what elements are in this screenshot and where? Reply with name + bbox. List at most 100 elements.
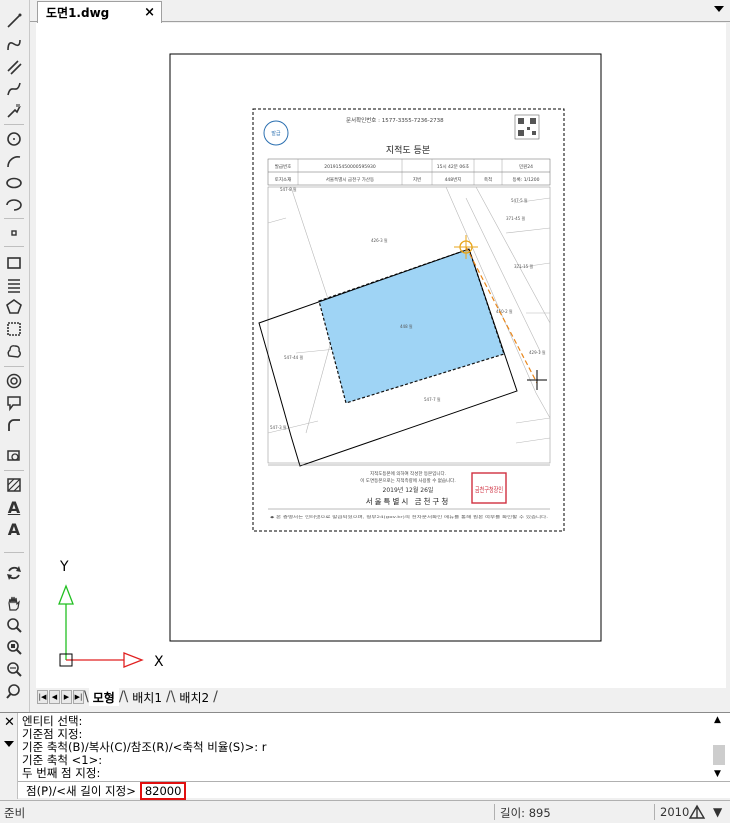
command-scrollbar[interactable]: ▲ ▼ — [712, 715, 726, 781]
toolbar-separator — [4, 246, 24, 247]
zoom-icon[interactable] — [3, 614, 25, 636]
drawing-svg: 발급 문서확인번호 : 1577-3355-7236-2738 지적도 등본 발… — [58, 53, 602, 670]
status-version[interactable]: 2010 — [660, 805, 689, 819]
tab-close-icon[interactable]: × — [144, 5, 155, 20]
header-value: 민원24 — [519, 163, 533, 170]
footer-date: 2019년 12월 26일 — [383, 486, 434, 494]
command-input[interactable]: 82000 — [139, 781, 187, 800]
status-ready-text: 준비 — [4, 806, 26, 820]
ellipse-icon[interactable] — [3, 172, 25, 194]
zoom-realtime-icon[interactable] — [3, 680, 25, 702]
header-label: 축척 — [484, 176, 492, 183]
annotation-scale-icon[interactable] — [688, 804, 706, 823]
first-tab-icon[interactable]: |◀ — [37, 690, 48, 704]
header-value: 448번지 — [445, 176, 462, 183]
document-tab-title: 도면1.dwg — [46, 6, 110, 20]
gov-stamp-text: 발급 — [271, 130, 281, 137]
next-tab-icon[interactable]: ▶ — [61, 690, 72, 704]
header-label: 발급번호 — [275, 163, 292, 170]
history-line: 기준 축척(B)/복사(C)/참조(R)/<축척 비율(S)>: r — [22, 740, 267, 754]
command-history: 엔티티 선택: 기준점 지정: 기준 축척(B)/복사(C)/참조(R)/<축척… — [22, 715, 702, 781]
double-line-icon[interactable] — [3, 56, 25, 78]
parcel-label: 429-1 필 — [529, 349, 546, 355]
footer-note: ◆ 본 증명서는 인터넷으로 발급되었으며, 정부24(gov.kr)의 전자문… — [270, 514, 548, 519]
command-prompt: 점(P)/<새 길이 지정> — [26, 783, 136, 798]
toolbar-separator — [4, 218, 24, 219]
header-label: 토지소재 — [275, 176, 292, 183]
tab-layout1[interactable]: 배치1 — [128, 688, 166, 706]
document-tab-strip: 도면1.dwg × — [30, 0, 730, 23]
command-window-handle[interactable]: ✕ — [0, 713, 18, 799]
command-window: ✕ 엔티티 선택: 기준점 지정: 기준 축척(B)/복사(C)/참조(R)/<… — [0, 712, 730, 800]
point-icon[interactable] — [3, 222, 25, 244]
callout-icon[interactable] — [3, 392, 25, 414]
official-seal-text: 금천구청장인 — [475, 485, 503, 494]
cert-title: 지적도 등본 — [386, 144, 430, 156]
toolbar-separator — [4, 552, 24, 553]
arc-spline-icon[interactable] — [3, 78, 25, 100]
parcel-label: 448 필 — [400, 323, 413, 329]
ucs-icon — [58, 584, 144, 668]
sheet-tab-bar: |◀ ◀ ▶ ▶| \ 모형 / \ 배치1 / \ 배치2 / — [36, 688, 726, 706]
mtext-icon[interactable]: A — [3, 518, 25, 540]
scroll-up-icon[interactable]: ▲ — [714, 715, 721, 725]
status-menu-dropdown-icon[interactable]: ▼ — [713, 805, 722, 819]
footer-office: 서울특별시 금천구청 — [366, 496, 450, 506]
header-value: 15시 42분 06초 — [437, 164, 469, 170]
text-icon-glyph: A — [7, 497, 21, 517]
polygon-icon[interactable] — [3, 296, 25, 318]
parcel-label: 547-8 필 — [280, 186, 297, 192]
history-line: 두 번째 점 지정: — [22, 766, 101, 780]
last-tab-icon[interactable]: ▶| — [73, 690, 84, 704]
status-separator — [494, 804, 495, 820]
tab-layout2[interactable]: 배치2 — [175, 688, 213, 706]
prev-tab-icon[interactable]: ◀ — [49, 690, 60, 704]
fillet-icon[interactable] — [3, 414, 25, 436]
helix-icon[interactable] — [3, 274, 25, 296]
history-line: 엔티티 선택: — [22, 715, 83, 728]
pan-icon[interactable] — [3, 592, 25, 614]
scroll-down-icon[interactable]: ▼ — [714, 769, 721, 779]
arc-icon[interactable] — [3, 150, 25, 172]
cloud-icon[interactable] — [3, 340, 25, 362]
regen-icon[interactable] — [3, 562, 25, 584]
header-label: 지번 — [413, 176, 421, 183]
scroll-thumb[interactable] — [713, 745, 725, 765]
toolbar-separator — [4, 470, 24, 471]
hatch-icon[interactable] — [3, 474, 25, 496]
header-value: 201915450000595930 — [324, 164, 376, 170]
mtext-icon-glyph: A — [7, 519, 21, 539]
parcel-label: 371-15 필 — [514, 263, 533, 269]
zoom-extents-icon[interactable] — [3, 658, 25, 680]
toolbar-separator — [4, 124, 24, 125]
line-icon[interactable] — [3, 10, 25, 32]
block-icon[interactable] — [3, 444, 25, 466]
tab-divider: / — [213, 689, 218, 705]
region-icon[interactable] — [3, 318, 25, 340]
command-prompt-row: 점(P)/<새 길이 지정> 82000 — [18, 781, 730, 800]
parcel-label: 371-45 필 — [506, 215, 525, 221]
parcel-label: 547-7 필 — [424, 396, 441, 402]
status-length-readout: 길이: 895 — [500, 806, 551, 820]
parcel-label: 426-3 필 — [371, 237, 388, 243]
document-tab[interactable]: 도면1.dwg × — [37, 1, 162, 23]
polyline-icon[interactable] — [3, 34, 25, 56]
command-close-icon[interactable]: ✕ — [4, 715, 15, 730]
circle-icon[interactable] — [3, 128, 25, 150]
zoom-window-icon[interactable] — [3, 636, 25, 658]
ellipse-arc-icon[interactable] — [3, 194, 25, 216]
tab-model[interactable]: 모형 — [88, 688, 119, 706]
command-options-dropdown-icon[interactable] — [4, 741, 14, 747]
header-value: 등록: 1/1200 — [512, 177, 539, 183]
drawing-canvas[interactable]: 발급 문서확인번호 : 1577-3355-7236-2738 지적도 등본 발… — [36, 23, 726, 688]
rectangle-icon[interactable] — [3, 252, 25, 274]
donut-icon[interactable] — [3, 370, 25, 392]
parcel-label: 547-5 필 — [511, 197, 528, 203]
status-bar: 준비 길이: 895 2010 ▼ — [0, 800, 730, 822]
text-icon[interactable]: A — [3, 496, 25, 518]
tab-list-dropdown-icon[interactable] — [714, 6, 724, 12]
ucs-y-label: Y — [59, 559, 69, 575]
freehand-icon[interactable] — [3, 100, 25, 122]
footer-line: 지적도등본에 의하여 작성한 등본입니다. — [370, 470, 446, 477]
draw-toolbar: A A — [0, 0, 30, 712]
